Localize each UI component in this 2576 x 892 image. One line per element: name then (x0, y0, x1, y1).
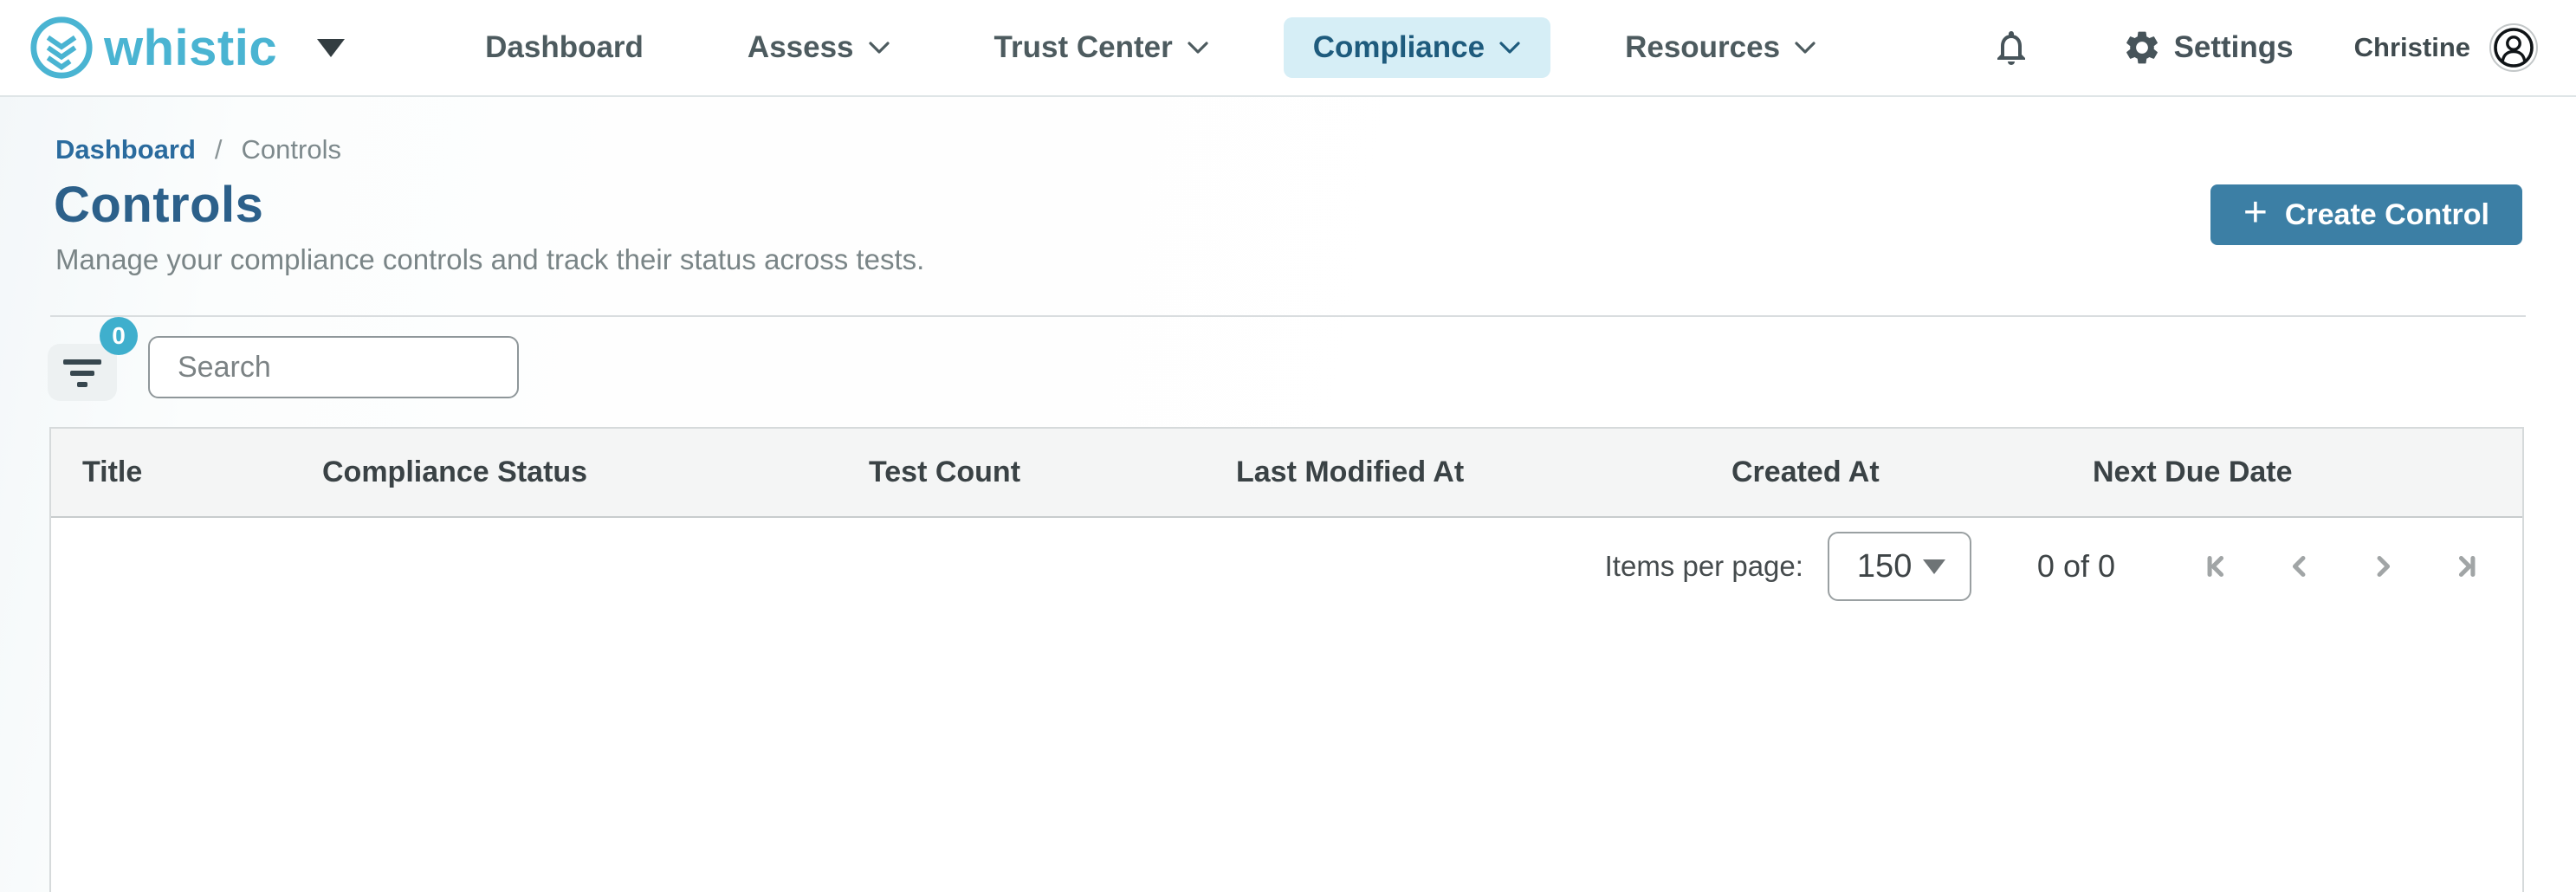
notifications-bell-icon[interactable] (1990, 27, 2032, 68)
chevron-right-icon (2377, 555, 2391, 578)
user-name-label: Christine (2353, 32, 2470, 62)
chevron-down-icon (1795, 42, 1815, 54)
breadcrumb: Dashboard / Controls (55, 97, 2526, 165)
items-per-page-label: Items per page: (1604, 550, 1803, 582)
brand-wordmark: whistic (104, 19, 278, 76)
previous-page-button[interactable] (2283, 550, 2316, 583)
table-header-row: Title Compliance Status Test Count Last … (51, 429, 2522, 518)
chevron-down-icon (1499, 42, 1520, 54)
items-per-page-select[interactable]: 150 (1827, 532, 1971, 601)
settings-label: Settings (2173, 30, 2294, 64)
next-page-button[interactable] (2366, 550, 2399, 583)
topbar-right-actions: Settings Christine (1990, 23, 2538, 72)
column-header-next-due-date[interactable]: Next Due Date (2093, 456, 2522, 489)
brand-logo[interactable]: whistic (28, 14, 277, 81)
column-header-last-modified-at[interactable]: Last Modified At (1236, 456, 1731, 489)
breadcrumb-link-dashboard[interactable]: Dashboard (55, 134, 196, 165)
search-input[interactable] (148, 336, 519, 398)
chevron-down-icon (1188, 42, 1208, 54)
filter-list-icon (63, 359, 101, 387)
nav-item-resources[interactable]: Resources (1595, 17, 1846, 78)
last-page-icon (2458, 555, 2476, 578)
column-header-compliance-status[interactable]: Compliance Status (322, 456, 869, 489)
page-subtitle: Manage your compliance controls and trac… (55, 243, 925, 275)
controls-table: Title Compliance Status Test Count Last … (49, 427, 2524, 892)
user-avatar[interactable] (2489, 23, 2538, 72)
controls-page: Dashboard / Controls Controls Manage you… (0, 97, 2576, 892)
first-page-button[interactable] (2200, 550, 2233, 583)
create-control-button[interactable]: + Create Control (2210, 184, 2522, 245)
section-divider (50, 315, 2526, 317)
page-range-label: 0 of 0 (2036, 548, 2115, 584)
last-page-button[interactable] (2450, 550, 2482, 583)
nav-item-dashboard[interactable]: Dashboard (456, 17, 673, 78)
column-header-created-at[interactable]: Created At (1731, 456, 2093, 489)
plus-icon: + (2243, 190, 2268, 236)
breadcrumb-separator: / (214, 134, 223, 165)
pager-controls (2200, 550, 2482, 583)
column-header-test-count[interactable]: Test Count (869, 456, 1236, 489)
filter-count-badge: 0 (100, 317, 138, 355)
org-switcher-caret-icon[interactable] (317, 38, 346, 57)
column-header-title[interactable]: Title (51, 456, 322, 489)
nav-item-assess[interactable]: Assess (718, 17, 920, 78)
filter-toolbar: 0 (48, 317, 2526, 401)
chevron-down-icon (868, 42, 890, 54)
gear-icon (2126, 31, 2158, 64)
nav-item-trust-center[interactable]: Trust Center (965, 17, 1239, 78)
create-control-label: Create Control (2284, 197, 2489, 231)
settings-button[interactable]: Settings (2122, 28, 2294, 68)
bell-icon (1997, 31, 2025, 65)
filter-button[interactable]: 0 (48, 317, 138, 401)
first-page-icon (2207, 555, 2224, 578)
top-navigation-bar: whistic Dashboard Assess Trust Center Co… (0, 0, 2576, 97)
account-circle-icon (2494, 28, 2534, 68)
chevron-left-icon (2292, 555, 2306, 578)
nav-item-compliance[interactable]: Compliance (1283, 17, 1551, 78)
whistic-logo-icon (30, 16, 93, 79)
items-per-page-value: 150 (1856, 547, 1913, 585)
table-paginator: Items per page: 150 0 of 0 (51, 518, 2522, 615)
page-title: Controls (54, 177, 264, 233)
select-caret-icon (1922, 559, 1945, 574)
primary-nav: Dashboard Assess Trust Center Compliance… (456, 17, 1891, 78)
breadcrumb-current: Controls (241, 134, 341, 165)
